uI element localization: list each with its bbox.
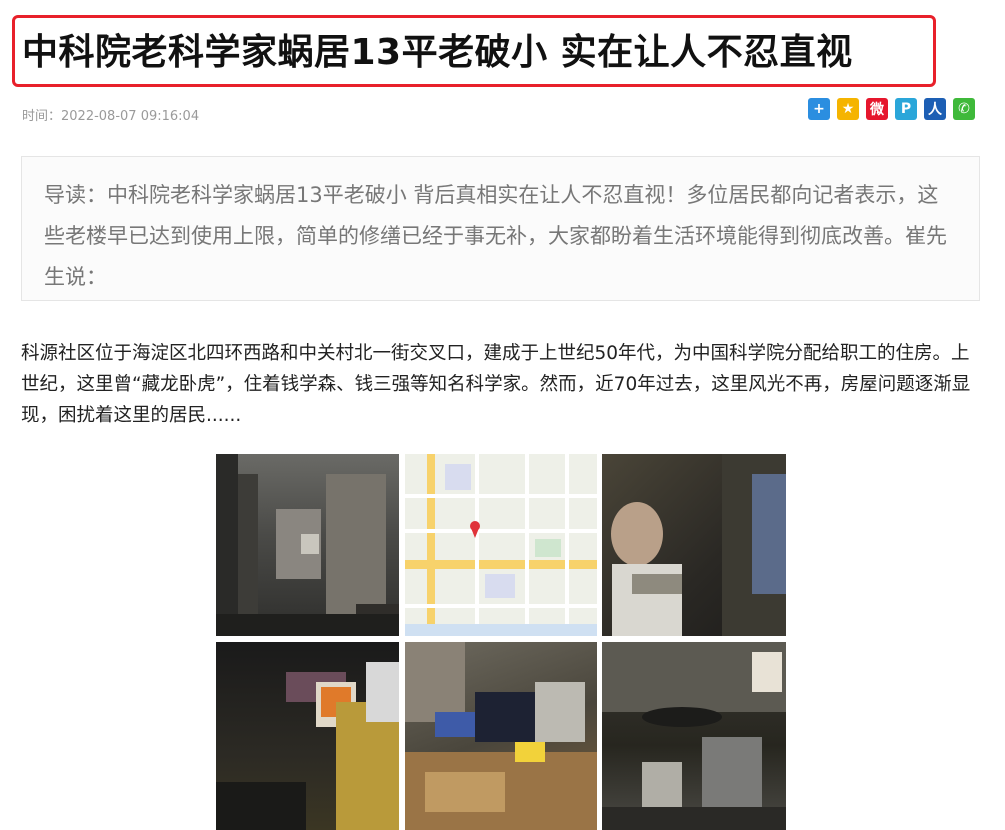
publish-time: 2022-08-07 09:16:04 [61,109,200,124]
article-title: 中科院老科学家蜗居13平老破小 实在让人不忍直视 [22,32,853,73]
qzone-share-icon[interactable]: ★ [837,98,859,120]
photo-resident [602,454,786,636]
article-paragraph: 科源社区位于海淀区北四环西路和中关村北一街交叉口，建成于上世纪50年代，为中国科… [21,343,971,426]
photo-clutter [405,642,597,830]
photo-map [405,454,597,636]
photo-corridor [216,454,399,636]
tencent-weibo-share-icon[interactable]: P [895,98,917,120]
photo-collage [216,454,786,830]
photo-dark-room [216,642,399,830]
add-share-icon[interactable]: + [808,98,830,120]
article-meta: 时间：2022-08-07 09:16:04 [22,105,199,124]
photo-kitchen [602,642,786,830]
share-bar: + ★ 微 P 人 ✆ [808,98,975,120]
renren-share-icon[interactable]: 人 [924,98,946,120]
article-lead: 导读：中科院老科学家蜗居13平老破小 背后真相实在让人不忍直视！多位居民都向记者… [21,156,980,301]
wechat-share-icon[interactable]: ✆ [953,98,975,120]
time-label: 时间： [22,109,62,124]
weibo-share-icon[interactable]: 微 [866,98,888,120]
